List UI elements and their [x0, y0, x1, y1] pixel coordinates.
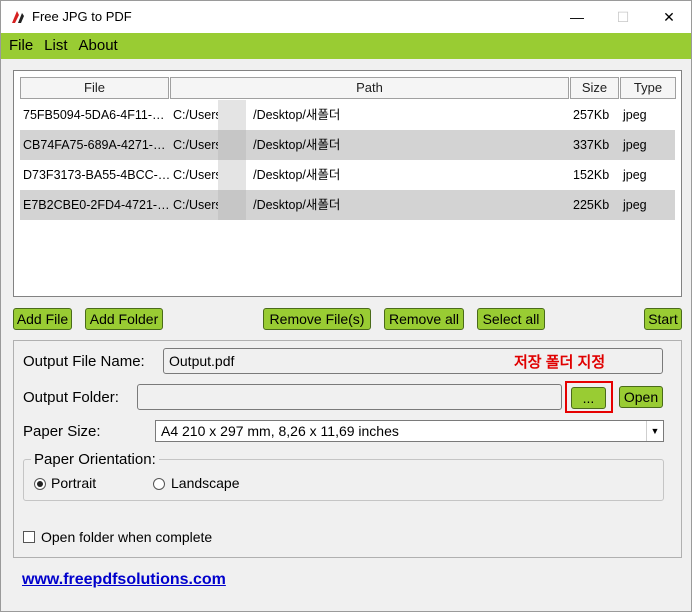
app-window: Free JPG to PDF — ☐ ✕ File List About Fi…: [0, 0, 692, 612]
remove-files-button[interactable]: Remove File(s): [263, 308, 371, 330]
portrait-label: Portrait: [51, 475, 97, 491]
cell-path: C:/Users//Desktop/새폴더: [170, 100, 570, 130]
column-header-path[interactable]: Path: [170, 77, 569, 99]
portrait-radio[interactable]: [34, 478, 46, 490]
annotation-label: 저장 폴더 지정: [514, 354, 606, 371]
maximize-button[interactable]: ☐: [600, 1, 646, 33]
column-header-type[interactable]: Type: [620, 77, 676, 99]
path-suffix: /Desktop/새폴더: [253, 108, 341, 122]
path-suffix: /Desktop/새폴더: [253, 168, 341, 182]
app-logo-icon: [11, 10, 25, 24]
open-folder-label: Open folder when complete: [41, 529, 213, 545]
redaction-blur: [218, 190, 246, 220]
table-row[interactable]: 75FB5094-5DA6-4F11-… C:/Users//Desktop/새…: [20, 100, 675, 130]
cell-type: jpeg: [623, 138, 647, 152]
start-button[interactable]: Start: [644, 308, 682, 330]
cell-file: 75FB5094-5DA6-4F11-…: [23, 108, 165, 122]
cell-type: jpeg: [623, 168, 647, 182]
paper-size-label: Paper Size:: [23, 423, 101, 440]
output-folder-label: Output Folder:: [23, 389, 119, 406]
add-file-button[interactable]: Add File: [13, 308, 72, 330]
title-bar: Free JPG to PDF — ☐ ✕: [1, 1, 691, 33]
file-list-rows: 75FB5094-5DA6-4F11-… C:/Users//Desktop/새…: [20, 100, 675, 220]
add-folder-button[interactable]: Add Folder: [85, 308, 163, 330]
remove-all-button[interactable]: Remove all: [384, 308, 464, 330]
cell-size: 257Kb: [573, 108, 610, 122]
cell-file: E7B2CBE0-2FD4-4721-…: [23, 198, 170, 212]
cell-path: C:/Users//Desktop/새폴더: [170, 190, 570, 220]
select-all-button[interactable]: Select all: [477, 308, 545, 330]
cell-path: C:/Users//Desktop/새폴더: [170, 130, 570, 160]
output-folder-input[interactable]: [137, 384, 562, 410]
table-row[interactable]: CB74FA75-689A-4271-… C:/Users//Desktop/새…: [20, 130, 675, 160]
chevron-down-icon: ▼: [646, 421, 663, 441]
cell-type: jpeg: [623, 108, 647, 122]
cell-size: 225Kb: [573, 198, 610, 212]
file-list[interactable]: File Path Size Type 75FB5094-5DA6-4F11-……: [13, 70, 682, 297]
column-header-file[interactable]: File: [20, 77, 169, 99]
window-title: Free JPG to PDF: [32, 9, 132, 24]
open-button[interactable]: Open: [619, 386, 663, 408]
redaction-blur: [218, 160, 246, 190]
close-icon: ✕: [663, 8, 675, 25]
options-panel: Output File Name: Output.pdf 저장 폴더 지정 Ou…: [13, 340, 682, 558]
path-suffix: /Desktop/새폴더: [253, 198, 341, 212]
cell-path: C:/Users//Desktop/새폴더: [170, 160, 570, 190]
menu-bar: File List About: [1, 33, 691, 59]
menu-list[interactable]: List: [39, 33, 73, 59]
cell-type: jpeg: [623, 198, 647, 212]
path-suffix: /Desktop/새폴더: [253, 138, 341, 152]
landscape-label: Landscape: [171, 475, 240, 491]
maximize-icon: ☐: [616, 8, 630, 25]
browse-folder-button[interactable]: ...: [571, 387, 606, 409]
paper-size-select[interactable]: A4 210 x 297 mm, 8,26 x 11,69 inches ▼: [155, 420, 664, 442]
paper-orientation-title: Paper Orientation:: [31, 451, 159, 468]
menu-file[interactable]: File: [4, 33, 39, 59]
menu-about[interactable]: About: [74, 33, 124, 59]
landscape-radio[interactable]: [153, 478, 165, 490]
output-file-label: Output File Name:: [23, 353, 145, 370]
table-row[interactable]: E7B2CBE0-2FD4-4721-… C:/Users//Desktop/새…: [20, 190, 675, 220]
minimize-icon: —: [570, 9, 584, 25]
cell-size: 152Kb: [573, 168, 610, 182]
table-row[interactable]: D73F3173-BA55-4BCC-… C:/Users//Desktop/새…: [20, 160, 675, 190]
open-folder-checkbox[interactable]: [23, 531, 35, 543]
minimize-button[interactable]: —: [554, 1, 600, 33]
paper-size-value: A4 210 x 297 mm, 8,26 x 11,69 inches: [161, 423, 399, 439]
redaction-blur: [218, 100, 246, 130]
cell-size: 337Kb: [573, 138, 610, 152]
cell-file: D73F3173-BA55-4BCC-…: [23, 168, 170, 182]
close-button[interactable]: ✕: [646, 1, 692, 33]
file-list-header: File Path Size Type: [20, 77, 677, 99]
redaction-blur: [218, 130, 246, 160]
cell-file: CB74FA75-689A-4271-…: [23, 138, 166, 152]
website-link[interactable]: www.freepdfsolutions.com: [22, 571, 226, 589]
column-header-size[interactable]: Size: [570, 77, 619, 99]
